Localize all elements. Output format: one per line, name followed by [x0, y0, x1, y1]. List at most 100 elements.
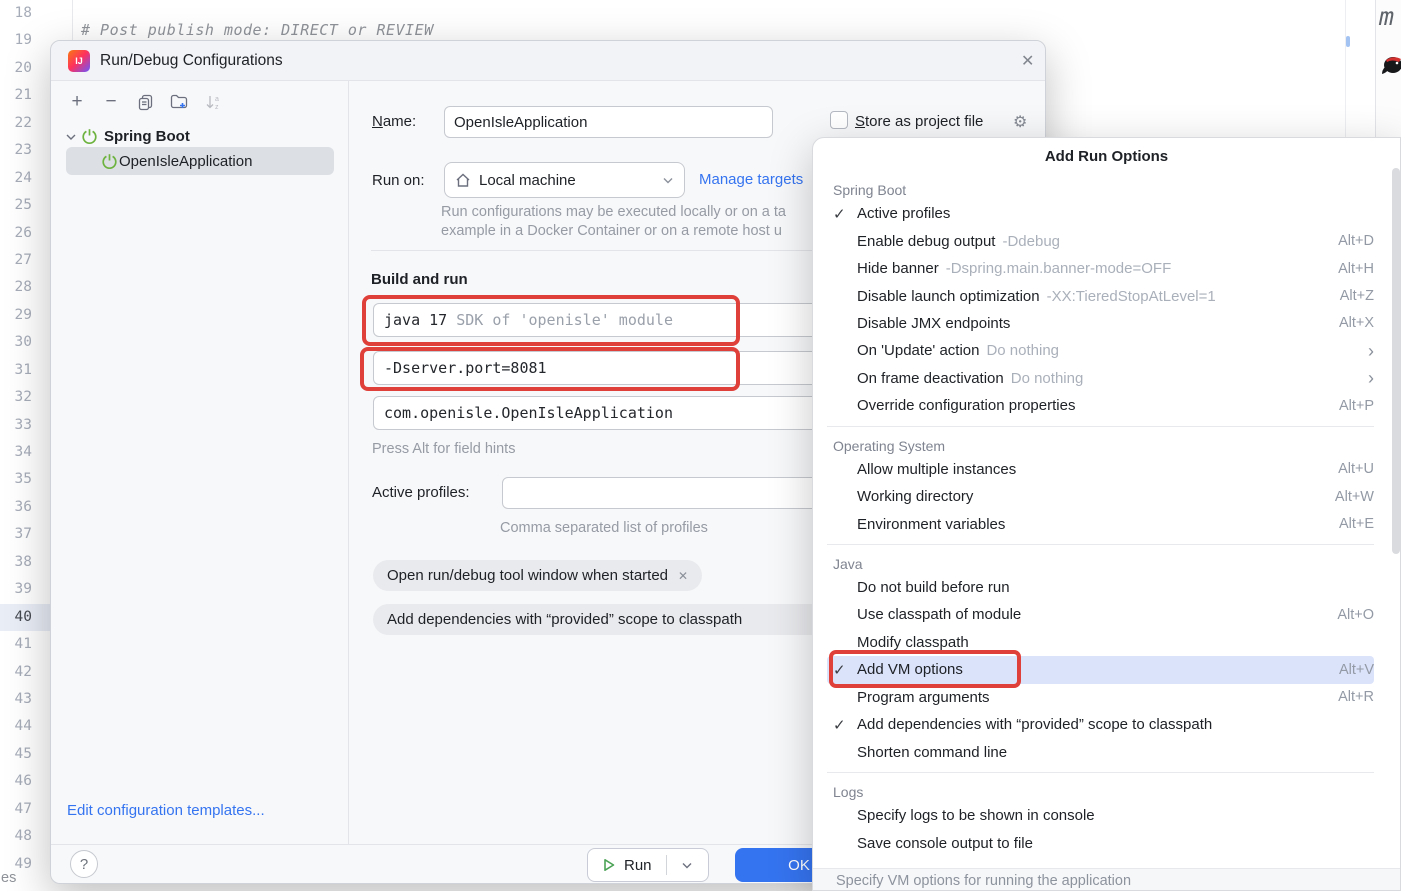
- menu-item-add-vm-options[interactable]: ✓Add VM optionsAlt+V: [827, 656, 1374, 683]
- line-number-27[interactable]: 27: [0, 247, 50, 274]
- line-number-30[interactable]: 30: [0, 329, 50, 356]
- menu-item-label: Save console output to file: [857, 835, 1033, 852]
- line-number-36[interactable]: 36: [0, 494, 50, 521]
- menu-item-program-arguments[interactable]: Program argumentsAlt+R: [827, 684, 1374, 711]
- menu-separator: [827, 426, 1374, 427]
- line-number-48[interactable]: 48: [0, 823, 50, 850]
- line-number-40[interactable]: 40: [0, 604, 50, 631]
- menu-item-shortcut: Alt+X: [1339, 315, 1374, 331]
- menu-item-shorten-command-line[interactable]: Shorten command line: [827, 738, 1374, 765]
- line-number-31[interactable]: 31: [0, 357, 50, 384]
- line-number-22[interactable]: 22: [0, 110, 50, 137]
- menu-item-specify-logs-to-be-shown-in-console[interactable]: Specify logs to be shown in console: [827, 802, 1374, 829]
- line-number-28[interactable]: 28: [0, 274, 50, 301]
- menu-item-shortcut: Alt+R: [1338, 689, 1374, 705]
- menu-item-hide-banner[interactable]: Hide banner-Dspring.main.banner-mode=OFF…: [827, 255, 1374, 282]
- line-number-20[interactable]: 20: [0, 55, 50, 82]
- line-number-25[interactable]: 25: [0, 192, 50, 219]
- line-number-32[interactable]: 32: [0, 384, 50, 411]
- checkmark-icon: ✓: [833, 205, 857, 223]
- line-number-24[interactable]: 24: [0, 165, 50, 192]
- add-configuration-button[interactable]: +: [67, 92, 87, 112]
- close-icon[interactable]: ✕: [1021, 51, 1034, 71]
- edit-configuration-templates-link[interactable]: Edit configuration templates...: [67, 802, 265, 819]
- tag-label: Open run/debug tool window when started: [387, 567, 668, 584]
- menu-item-label: Disable launch optimization: [857, 288, 1040, 305]
- manage-targets-link[interactable]: Manage targets: [699, 171, 803, 188]
- menu-item-allow-multiple-instances[interactable]: Allow multiple instancesAlt+U: [827, 456, 1374, 483]
- line-number-29[interactable]: 29: [0, 302, 50, 329]
- run-button[interactable]: Run: [587, 848, 709, 882]
- svg-text:z: z: [215, 104, 219, 111]
- tree-item-openisleapplication[interactable]: OpenIsleApplication: [66, 147, 334, 175]
- run-on-label: Run on:: [372, 172, 425, 189]
- menu-item-do-not-build-before-run[interactable]: Do not build before run: [827, 574, 1374, 601]
- menu-item-override-configuration-properties[interactable]: Override configuration propertiesAlt+P: [827, 392, 1374, 419]
- main-class-field[interactable]: com.openisle.OpenIsleApplication: [373, 396, 885, 430]
- menu-item-label: Modify classpath: [857, 634, 969, 651]
- line-number-47[interactable]: 47: [0, 796, 50, 823]
- menu-item-enable-debug-output[interactable]: Enable debug output-DdebugAlt+D: [827, 227, 1374, 254]
- line-number-18[interactable]: 18: [0, 0, 50, 27]
- line-number-46[interactable]: 46: [0, 768, 50, 795]
- menu-section-header: Java: [827, 552, 1374, 574]
- popup-scrollbar-thumb[interactable]: [1392, 168, 1400, 554]
- bird-plugin-icon: [1382, 52, 1401, 76]
- home-icon: [455, 173, 471, 188]
- store-as-project-file-checkbox[interactable]: [830, 111, 848, 129]
- close-icon[interactable]: ✕: [678, 569, 688, 583]
- sort-configurations-button[interactable]: a z: [203, 92, 223, 112]
- line-number-44[interactable]: 44: [0, 713, 50, 740]
- line-number-38[interactable]: 38: [0, 549, 50, 576]
- menu-item-label: Hide banner: [857, 260, 939, 277]
- menu-item-save-console-output-to-file[interactable]: Save console output to file: [827, 829, 1374, 856]
- copy-configuration-button[interactable]: [135, 92, 155, 112]
- menu-item-environment-variables[interactable]: Environment variablesAlt+E: [827, 510, 1374, 537]
- menu-item-label: Add VM options: [857, 661, 963, 678]
- line-number-43[interactable]: 43: [0, 686, 50, 713]
- gear-icon[interactable]: ⚙: [1013, 112, 1027, 132]
- store-as-project-file-label: Store as project file: [855, 113, 983, 130]
- line-number-26[interactable]: 26: [0, 220, 50, 247]
- menu-item-active-profiles[interactable]: ✓Active profiles: [827, 200, 1374, 227]
- line-number-21[interactable]: 21: [0, 82, 50, 109]
- menu-item-working-directory[interactable]: Working directoryAlt+W: [827, 483, 1374, 510]
- menu-item-on-update-action[interactable]: On 'Update' actionDo nothing›: [827, 337, 1374, 364]
- run-options-chevron[interactable]: [667, 859, 708, 871]
- menu-section-header: Spring Boot: [827, 178, 1374, 200]
- menu-item-add-dependencies-with-provided-scope-to-classpath[interactable]: ✓Add dependencies with “provided” scope …: [827, 711, 1374, 738]
- line-number-19[interactable]: 19: [0, 27, 50, 54]
- tag-add-provided-dependencies[interactable]: Add dependencies with “provided” scope t…: [373, 604, 885, 635]
- menu-item-hint: -Ddebug: [1002, 233, 1060, 250]
- menu-item-disable-jmx-endpoints[interactable]: Disable JMX endpointsAlt+X: [827, 310, 1374, 337]
- line-number-39[interactable]: 39: [0, 576, 50, 603]
- help-button[interactable]: ?: [70, 850, 98, 878]
- line-number-45[interactable]: 45: [0, 741, 50, 768]
- line-number-34[interactable]: 34: [0, 439, 50, 466]
- tree-group-spring-boot[interactable]: Spring Boot: [65, 123, 190, 150]
- menu-item-shortcut: Alt+O: [1337, 607, 1374, 623]
- annotation-red-box-jdk: [362, 295, 740, 346]
- name-input[interactable]: [444, 106, 773, 138]
- tag-open-run-tool-window[interactable]: Open run/debug tool window when started …: [373, 560, 702, 591]
- menu-item-label: On 'Update' action: [857, 342, 979, 359]
- line-number-37[interactable]: 37: [0, 521, 50, 548]
- line-number-41[interactable]: 41: [0, 631, 50, 658]
- spring-boot-icon: [101, 153, 118, 170]
- line-number-33[interactable]: 33: [0, 412, 50, 439]
- field-hint: Press Alt for field hints: [372, 441, 515, 457]
- menu-item-hint: Do nothing: [1011, 370, 1084, 387]
- menu-item-disable-launch-optimization[interactable]: Disable launch optimization-XX:TieredSto…: [827, 282, 1374, 309]
- dialog-titlebar: IJ Run/Debug Configurations ✕: [51, 41, 1045, 81]
- menu-item-modify-classpath[interactable]: Modify classpath: [827, 629, 1374, 656]
- new-folder-button[interactable]: [169, 92, 189, 112]
- line-number-35[interactable]: 35: [0, 466, 50, 493]
- menu-item-on-frame-deactivation[interactable]: On frame deactivationDo nothing›: [827, 365, 1374, 392]
- line-number-23[interactable]: 23: [0, 137, 50, 164]
- remove-configuration-button[interactable]: −: [101, 92, 121, 112]
- menu-section-header: Operating System: [827, 434, 1374, 456]
- popup-status-hint: Specify VM options for running the appli…: [813, 868, 1400, 891]
- run-on-dropdown[interactable]: Local machine: [444, 162, 685, 198]
- line-number-42[interactable]: 42: [0, 659, 50, 686]
- menu-item-use-classpath-of-module[interactable]: Use classpath of moduleAlt+O: [827, 601, 1374, 628]
